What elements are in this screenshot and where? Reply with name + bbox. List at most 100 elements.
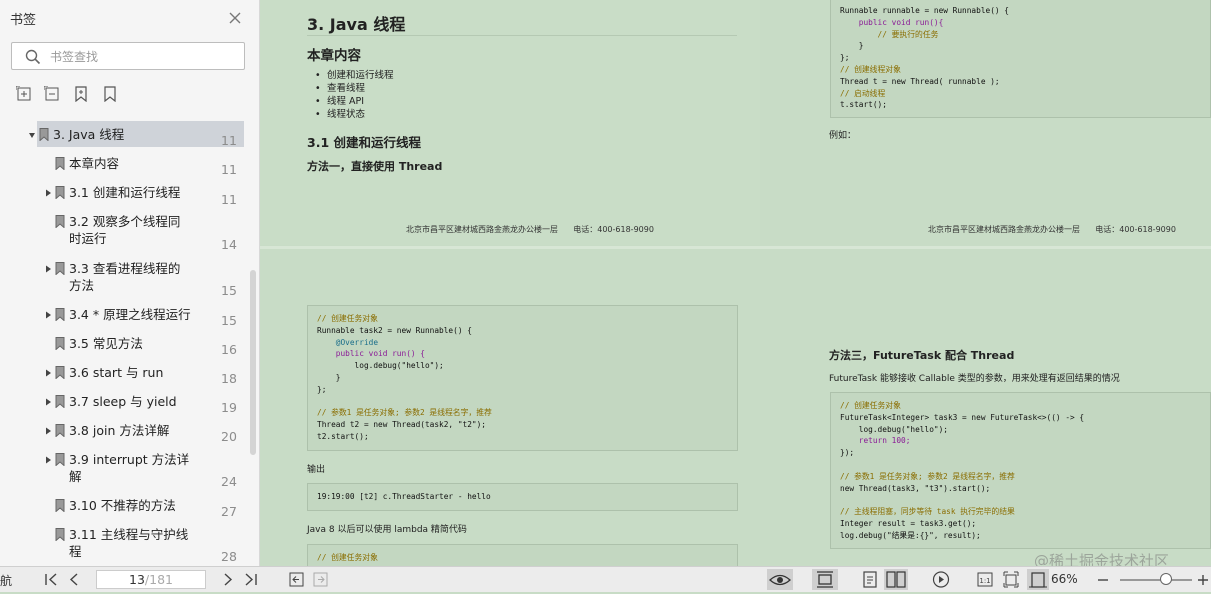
code-block-task2: // 创建任务对象 Runnable task2 = new Runnable(… xyxy=(307,305,738,451)
continuous-scroll-icon[interactable] xyxy=(812,569,838,590)
bookmark-page: 14 xyxy=(221,237,237,252)
next-page-icon[interactable] xyxy=(222,571,234,588)
bookmark-icon[interactable] xyxy=(102,86,120,104)
single-page-icon[interactable] xyxy=(862,571,878,588)
bookmark-item[interactable]: 本章内容 11 xyxy=(0,154,259,180)
bookmark-item[interactable]: 3.11 主线程与守护线 程 28 xyxy=(0,525,259,566)
bookmark-label: 3.1 创建和运行线程 xyxy=(69,185,181,200)
page-number-input[interactable]: 13/181 xyxy=(96,570,206,589)
eye-icon[interactable] xyxy=(767,569,793,590)
bookmark-flag-icon xyxy=(55,337,65,350)
bookmark-page: 28 xyxy=(221,549,237,564)
code-line: Thread t2 = new Thread(task2, "t2"); xyxy=(317,420,486,430)
bookmark-flag-icon xyxy=(55,424,65,437)
bookmark-item[interactable]: 3.6 start 与 run 18 xyxy=(0,363,259,389)
zoom-slider-track[interactable] xyxy=(1120,579,1192,581)
bookmark-page: 15 xyxy=(221,283,237,298)
add-bookmark-icon[interactable] xyxy=(73,86,91,104)
bookmark-label: 3.8 join 方法详解 xyxy=(69,423,170,438)
bookmark-page: 24 xyxy=(221,474,237,489)
first-page-icon[interactable] xyxy=(44,571,58,588)
bookmark-page: 11 xyxy=(221,192,237,207)
forward-icon[interactable] xyxy=(313,571,329,588)
bookmark-search-input[interactable] xyxy=(48,47,237,67)
bookmark-search[interactable] xyxy=(11,42,245,70)
caret-right-icon[interactable] xyxy=(44,427,52,435)
code-line: // 创建线程对象 xyxy=(840,64,901,74)
sidebar-scrollbar[interactable] xyxy=(250,270,256,455)
back-icon[interactable] xyxy=(289,571,305,588)
bookmark-flag-icon xyxy=(55,453,65,466)
caret-right-icon[interactable] xyxy=(44,456,52,464)
bookmark-flag-icon xyxy=(55,262,65,275)
code-block-lambda: // 创建任务对象 xyxy=(307,544,738,566)
actual-size-icon[interactable]: 1:1 xyxy=(977,571,993,588)
code-line: // 主线程阻塞，同步等待 task 执行完毕的结果 xyxy=(840,507,1015,517)
page-left-top xyxy=(260,0,760,245)
last-page-icon[interactable] xyxy=(244,571,258,588)
caret-right-icon[interactable] xyxy=(44,369,52,377)
code-line: t.start(); xyxy=(840,100,887,110)
nav-label[interactable]: 航 xyxy=(0,572,12,589)
total-pages: /181 xyxy=(144,572,173,587)
bookmark-item[interactable]: 3.9 interrupt 方法详 解 24 xyxy=(0,450,259,492)
fit-page-icon[interactable] xyxy=(1003,571,1019,588)
code-line: }; xyxy=(317,384,327,394)
code-line: Thread t = new Thread( runnable ); xyxy=(840,76,1000,86)
zoom-slider-thumb[interactable] xyxy=(1160,573,1172,585)
bookmark-flag-icon xyxy=(55,186,65,199)
bookmark-item[interactable]: 3.5 常见方法 16 xyxy=(0,334,259,360)
bookmark-flag-icon xyxy=(55,366,65,379)
list-item: 线程状态 xyxy=(315,108,394,121)
code-line: // 参数1 是任务对象; 参数2 是线程名字，推荐 xyxy=(840,471,1015,481)
page-gap xyxy=(260,246,1211,249)
play-icon[interactable] xyxy=(932,571,950,588)
method3-heading: 方法三，FutureTask 配合 Thread xyxy=(829,349,1015,362)
bookmark-label: 3.4 * 原理之线程运行 xyxy=(69,307,191,322)
bookmark-item[interactable]: 3.1 创建和运行线程 11 xyxy=(0,183,259,209)
bookmark-item[interactable]: 3. Java 线程 11 xyxy=(0,121,259,150)
zoom-in-icon[interactable] xyxy=(1196,571,1210,588)
fit-width-icon[interactable] xyxy=(1027,569,1049,590)
bookmark-flag-icon xyxy=(55,308,65,321)
caret-right-icon[interactable] xyxy=(44,398,52,406)
two-page-icon[interactable] xyxy=(884,569,908,590)
bookmark-item[interactable]: 3.4 * 原理之线程运行 15 xyxy=(0,305,259,331)
panel-title: 书签 xyxy=(10,13,37,28)
bookmark-label: 3.10 不推荐的方法 xyxy=(69,498,176,513)
expand-all-icon[interactable] xyxy=(15,85,34,104)
caret-down-icon[interactable] xyxy=(28,131,36,139)
caret-right-icon[interactable] xyxy=(44,311,52,319)
zoom-out-icon[interactable] xyxy=(1096,571,1110,588)
lambda-text: Java 8 以后可以使用 lambda 精简代码 xyxy=(307,525,467,535)
bookmark-item[interactable]: 3.10 不推荐的方法 27 xyxy=(0,496,259,522)
code-line: log.debug("hello"); xyxy=(317,361,444,371)
contents-list: 创建和运行线程 查看线程 线程 API 线程状态 xyxy=(315,69,394,121)
code-line: } xyxy=(317,372,341,382)
code-line: log.debug("hello"); xyxy=(840,424,948,434)
example-label: 例如： xyxy=(829,131,857,141)
code-line: Integer result = task3.get(); xyxy=(840,518,977,528)
bookmark-flag-icon xyxy=(55,528,65,541)
code-block-task3: // 创建任务对象 FutureTask<Integer> task3 = ne… xyxy=(830,392,1211,549)
code-line: 19:19:00 [t2] c.ThreadStarter - hello xyxy=(317,492,491,501)
code-line: log.debug("结果是:{}", result); xyxy=(840,530,981,540)
collapse-all-icon[interactable] xyxy=(43,85,62,104)
page-footer: 北京市昌平区建材城西路金燕龙办公楼一层 电话：400-618-9090 xyxy=(406,225,654,234)
caret-right-icon[interactable] xyxy=(44,189,52,197)
bookmark-item[interactable]: 3.2 观察多个线程同 时运行 14 xyxy=(0,212,259,254)
subsection-heading: 3.1 创建和运行线程 xyxy=(307,135,421,150)
bookmark-label: 3.2 观察多个线程同 时运行 xyxy=(69,214,181,246)
prev-page-icon[interactable] xyxy=(68,571,80,588)
bookmark-page: 18 xyxy=(221,371,237,386)
close-icon[interactable] xyxy=(228,10,242,24)
chapter-heading: 3. Java 线程 xyxy=(307,15,406,34)
current-page[interactable]: 13 xyxy=(129,572,145,587)
bookmark-item[interactable]: 3.3 查看进程线程的 方法 15 xyxy=(0,259,259,301)
bookmark-item[interactable]: 3.7 sleep 与 yield 19 xyxy=(0,392,259,418)
zoom-level[interactable]: 66% xyxy=(1051,572,1078,586)
caret-right-icon[interactable] xyxy=(44,265,52,273)
code-line: } xyxy=(840,41,864,51)
code-line: new Thread(task3, "t3").start(); xyxy=(840,483,991,493)
bookmark-item[interactable]: 3.8 join 方法详解 20 xyxy=(0,421,259,447)
